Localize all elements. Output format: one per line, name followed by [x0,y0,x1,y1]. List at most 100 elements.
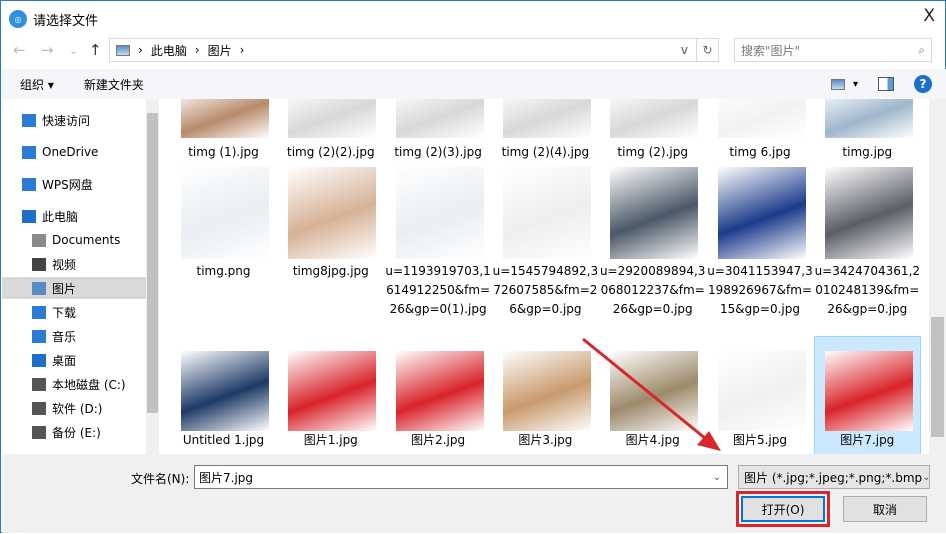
sidebar-item-label: 下载 [52,305,77,320]
file-thumbnail[interactable] [288,351,377,431]
file-open-dialog: ◎ 请选择文件 X ← → ⌄ ↑ › 此电脑 › 图片 › v ↻ 搜索"图片… [0,0,946,533]
drive-icon [32,377,46,391]
file-thumbnail[interactable] [395,99,484,138]
file-thumbnail[interactable] [824,351,913,431]
file-name[interactable]: timg (2).jpg [599,143,706,162]
file-name[interactable]: u=3041153947,3198926967&fm=15&gp=0.jpg [707,262,814,319]
file-type-select[interactable]: 图片 (*.jpg;*.jpeg;*.png;*.bmp ⌄ [738,465,930,489]
breadcrumb-separator: › [138,43,143,57]
search-icon[interactable]: ⌕ [918,43,925,58]
refresh-button[interactable]: ↻ [697,38,719,62]
file-name[interactable]: timg (1).jpg [170,143,277,162]
file-name[interactable]: Untitled 1.jpg [170,431,277,450]
file-name[interactable]: timg (2)(4).jpg [492,143,599,162]
file-name[interactable]: timg (2)(3).jpg [385,143,492,162]
help-button[interactable]: ? [914,75,932,93]
sidebar-item-label: 本地磁盘 (C:) [52,377,126,392]
change-view-icon[interactable] [830,78,845,90]
sidebar-item-label: 备份 (E:) [52,425,101,440]
back-button[interactable]: ← [13,41,26,59]
cancel-button[interactable]: 取消 [843,496,927,522]
file-name[interactable]: u=3424704361,2010248139&fm=26&gp=0.jpg [814,262,921,319]
file-name[interactable]: 图片4.jpg [599,431,706,450]
download-icon [32,305,46,319]
close-button[interactable]: X [923,6,935,26]
address-bar[interactable]: › 此电脑 › 图片 › v [109,38,697,62]
view-dropdown-button[interactable]: ▾ [853,79,858,90]
file-thumbnail[interactable] [717,351,806,431]
file-thumbnail[interactable] [610,351,699,431]
file-name[interactable]: u=2920089894,3068012237&fm=26&gp=0.jpg [599,262,706,319]
star-icon [22,113,36,127]
sidebar-item-label: 软件 (D:) [52,401,103,416]
file-name[interactable]: timg8jpg.jpg [277,262,384,281]
preview-pane-icon[interactable] [878,77,894,91]
search-input[interactable]: 搜索"图片" ⌕ [734,38,932,62]
file-name[interactable]: 图片5.jpg [707,431,814,450]
sidebar-scrollbar[interactable] [146,99,159,454]
sidebar-item-label: 视频 [52,257,77,272]
file-thumbnail[interactable] [288,167,377,259]
sidebar-item[interactable]: 此电脑 [2,205,146,227]
document-icon [32,233,46,247]
file-thumbnail[interactable] [395,351,484,431]
sidebar-item-label: WPS网盘 [42,177,93,192]
sidebar-item[interactable]: WPS网盘 [2,173,146,195]
file-name[interactable]: u=1193919703,1614912250&fm=26&gp=0(1).jp… [385,262,492,319]
file-thumbnail[interactable] [181,351,269,431]
file-thumbnail[interactable] [717,99,806,138]
file-name[interactable]: u=1545794892,372607585&fm=26&gp=0.jpg [492,262,599,319]
file-name[interactable]: timg.png [170,262,277,281]
sidebar-item[interactable]: 音乐 [2,325,146,347]
file-thumbnail[interactable] [824,99,913,138]
music-icon [32,329,46,343]
file-thumbnail[interactable] [824,167,913,259]
new-folder-button[interactable]: 新建文件夹 [84,76,144,93]
file-thumbnail[interactable] [395,167,484,259]
file-thumbnail[interactable] [181,167,269,259]
file-thumbnail[interactable] [502,351,591,431]
address-dropdown-button[interactable]: v [681,43,688,57]
file-name[interactable]: 图片3.jpg [492,431,599,450]
sidebar-item-label: OneDrive [42,145,99,159]
recent-locations-button[interactable]: ⌄ [69,44,78,57]
file-thumbnail[interactable] [502,167,591,259]
file-thumbnail[interactable] [502,99,591,138]
open-button[interactable]: 打开(O) [741,496,825,522]
sidebar-item[interactable]: 桌面 [2,349,146,371]
file-thumbnail[interactable] [717,167,806,259]
sidebar-item[interactable]: 快速访问 [2,109,146,131]
sidebar-item[interactable]: 视频 [2,253,146,275]
file-name[interactable]: timg (2)(2).jpg [277,143,384,162]
file-name[interactable]: 图片2.jpg [385,431,492,450]
sidebar-item[interactable]: 图片 [2,277,146,299]
breadcrumb-pictures[interactable]: 图片 [208,42,232,59]
file-thumbnail[interactable] [610,167,699,259]
sidebar-item[interactable]: 本地磁盘 (C:) [2,373,146,395]
file-name[interactable]: timg 6.jpg [707,143,814,162]
sidebar-item[interactable]: 软件 (D:) [2,397,146,419]
pictures-folder-icon [116,44,130,56]
file-name[interactable]: 图片7.jpg [814,431,921,450]
sidebar-item[interactable]: 备份 (E:) [2,421,146,443]
file-thumbnail[interactable] [181,99,269,138]
window-title: 请选择文件 [33,13,99,29]
file-thumbnail[interactable] [288,99,377,138]
computer-icon [22,209,36,223]
sidebar-item[interactable]: 下载 [2,301,146,323]
file-list-scrollbar[interactable] [929,99,946,454]
sidebar-item[interactable]: Documents [2,229,146,251]
up-button[interactable]: ↑ [89,41,102,59]
filename-input[interactable]: 图片7.jpg ⌄ [194,465,728,489]
file-name[interactable]: timg.jpg [814,143,921,162]
desktop-icon [32,353,46,367]
filename-dropdown-icon[interactable]: ⌄ [713,472,721,483]
breadcrumb-this-pc[interactable]: 此电脑 [151,42,187,59]
breadcrumb-separator: › [194,43,200,57]
organize-button[interactable]: 组织 ▾ [20,76,54,93]
file-name[interactable]: 图片1.jpg [277,431,384,450]
forward-button[interactable]: → [41,41,54,59]
file-thumbnail[interactable] [610,99,699,138]
toolbar: 组织 ▾ 新建文件夹 ▾ ? [2,69,946,99]
sidebar-item[interactable]: OneDrive [2,141,146,163]
